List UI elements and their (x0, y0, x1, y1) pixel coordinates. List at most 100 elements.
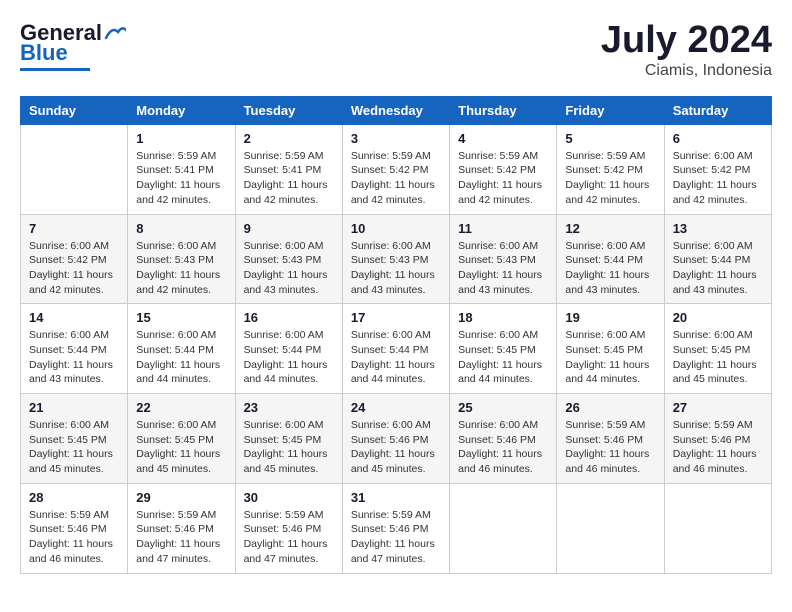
day-header-saturday: Saturday (664, 96, 771, 124)
day-info: Sunrise: 6:00 AM Sunset: 5:44 PM Dayligh… (136, 328, 226, 387)
day-number: 3 (351, 131, 441, 146)
calendar-cell: 24Sunrise: 6:00 AM Sunset: 5:46 PM Dayli… (342, 394, 449, 484)
calendar-cell: 21 Sunrise: 6:00 AM Sunset: 5:45 PM Dayli… (21, 394, 128, 484)
week-row-2: 7Sunrise: 6:00 AM Sunset: 5:42 PM Daylig… (21, 214, 772, 304)
day-number: 30 (244, 490, 334, 505)
calendar-cell: 9 Sunrise: 6:00 AM Sunset: 5:43 PM Daylig… (235, 214, 342, 304)
day-number: 8 (136, 221, 226, 236)
calendar-cell: 7Sunrise: 6:00 AM Sunset: 5:42 PM Daylig… (21, 214, 128, 304)
day-info: Sunrise: 5:59 AM Sunset: 5:46 PM Dayligh… (136, 508, 226, 567)
calendar-cell: 29 Sunrise: 5:59 AM Sunset: 5:46 PM Dayli… (128, 483, 235, 573)
day-number: 11 (458, 221, 548, 236)
day-info: Sunrise: 6:00 AM Sunset: 5:44 PM Dayligh… (673, 239, 763, 298)
calendar-cell: 12Sunrise: 6:00 AM Sunset: 5:44 PM Dayli… (557, 214, 664, 304)
calendar-cell: 2 Sunrise: 5:59 AM Sunset: 5:41 PM Daylig… (235, 124, 342, 214)
day-number: 28 (29, 490, 119, 505)
calendar-cell: 26 Sunrise: 5:59 AM Sunset: 5:46 PM Dayli… (557, 394, 664, 484)
day-info: Sunrise: 6:00 AM Sunset: 5:45 PM Dayligh… (136, 418, 226, 477)
week-row-5: 28 Sunrise: 5:59 AM Sunset: 5:46 PM Dayli… (21, 483, 772, 573)
day-header-monday: Monday (128, 96, 235, 124)
day-number: 18 (458, 310, 548, 325)
day-number: 31 (351, 490, 441, 505)
day-info: Sunrise: 6:00 AM Sunset: 5:45 PM Dayligh… (565, 328, 655, 387)
calendar-cell: 15 Sunrise: 6:00 AM Sunset: 5:44 PM Dayli… (128, 304, 235, 394)
day-info: Sunrise: 5:59 AM Sunset: 5:41 PM Dayligh… (244, 149, 334, 208)
day-header-tuesday: Tuesday (235, 96, 342, 124)
day-number: 22 (136, 400, 226, 415)
day-number: 16 (244, 310, 334, 325)
calendar-cell: 14 Sunrise: 6:00 AM Sunset: 5:44 PM Dayli… (21, 304, 128, 394)
calendar-cell: 13 Sunrise: 6:00 AM Sunset: 5:44 PM Dayli… (664, 214, 771, 304)
calendar-cell: 1Sunrise: 5:59 AM Sunset: 5:41 PM Daylig… (128, 124, 235, 214)
calendar-cell: 11 Sunrise: 6:00 AM Sunset: 5:43 PM Dayli… (450, 214, 557, 304)
calendar-cell (557, 483, 664, 573)
calendar-cell: 5Sunrise: 5:59 AM Sunset: 5:42 PM Daylig… (557, 124, 664, 214)
calendar-cell (450, 483, 557, 573)
logo-bird-icon (104, 24, 126, 42)
day-number: 6 (673, 131, 763, 146)
day-info: Sunrise: 5:59 AM Sunset: 5:46 PM Dayligh… (673, 418, 763, 477)
day-info: Sunrise: 5:59 AM Sunset: 5:46 PM Dayligh… (565, 418, 655, 477)
day-number: 15 (136, 310, 226, 325)
calendar-table: SundayMondayTuesdayWednesdayThursdayFrid… (20, 96, 772, 574)
calendar-cell: 23Sunrise: 6:00 AM Sunset: 5:45 PM Dayli… (235, 394, 342, 484)
day-number: 12 (565, 221, 655, 236)
page-header: General Blue July 2024 Ciamis, Indonesia (20, 20, 772, 80)
calendar-cell: 10 Sunrise: 6:00 AM Sunset: 5:43 PM Dayli… (342, 214, 449, 304)
day-info: Sunrise: 6:00 AM Sunset: 5:42 PM Dayligh… (673, 149, 763, 208)
calendar-cell: 3Sunrise: 5:59 AM Sunset: 5:42 PM Daylig… (342, 124, 449, 214)
day-info: Sunrise: 6:00 AM Sunset: 5:43 PM Dayligh… (458, 239, 548, 298)
day-number: 27 (673, 400, 763, 415)
day-number: 14 (29, 310, 119, 325)
calendar-cell: 18 Sunrise: 6:00 AM Sunset: 5:45 PM Dayli… (450, 304, 557, 394)
calendar-cell (21, 124, 128, 214)
day-info: Sunrise: 6:00 AM Sunset: 5:45 PM Dayligh… (29, 418, 119, 477)
calendar-cell: 16 Sunrise: 6:00 AM Sunset: 5:44 PM Dayli… (235, 304, 342, 394)
day-info: Sunrise: 6:00 AM Sunset: 5:43 PM Dayligh… (351, 239, 441, 298)
day-number: 2 (244, 131, 334, 146)
calendar-cell: 27 Sunrise: 5:59 AM Sunset: 5:46 PM Dayli… (664, 394, 771, 484)
day-number: 9 (244, 221, 334, 236)
day-header-thursday: Thursday (450, 96, 557, 124)
day-info: Sunrise: 6:00 AM Sunset: 5:45 PM Dayligh… (673, 328, 763, 387)
day-number: 19 (565, 310, 655, 325)
day-header-sunday: Sunday (21, 96, 128, 124)
calendar-cell: 30 Sunrise: 5:59 AM Sunset: 5:46 PM Dayli… (235, 483, 342, 573)
calendar-cell: 6 Sunrise: 6:00 AM Sunset: 5:42 PM Daylig… (664, 124, 771, 214)
day-number: 21 (29, 400, 119, 415)
day-info: Sunrise: 5:59 AM Sunset: 5:46 PM Dayligh… (244, 508, 334, 567)
logo-underline (20, 68, 90, 71)
day-info: Sunrise: 6:00 AM Sunset: 5:44 PM Dayligh… (29, 328, 119, 387)
day-info: Sunrise: 6:00 AM Sunset: 5:43 PM Dayligh… (136, 239, 226, 298)
day-number: 23 (244, 400, 334, 415)
day-info: Sunrise: 5:59 AM Sunset: 5:46 PM Dayligh… (351, 508, 441, 567)
subtitle: Ciamis, Indonesia (601, 62, 772, 80)
calendar-cell: 20 Sunrise: 6:00 AM Sunset: 5:45 PM Dayli… (664, 304, 771, 394)
day-info: Sunrise: 6:00 AM Sunset: 5:44 PM Dayligh… (351, 328, 441, 387)
days-header-row: SundayMondayTuesdayWednesdayThursdayFrid… (21, 96, 772, 124)
calendar-cell (664, 483, 771, 573)
day-number: 25 (458, 400, 548, 415)
day-info: Sunrise: 6:00 AM Sunset: 5:46 PM Dayligh… (351, 418, 441, 477)
day-info: Sunrise: 6:00 AM Sunset: 5:45 PM Dayligh… (458, 328, 548, 387)
day-info: Sunrise: 5:59 AM Sunset: 5:41 PM Dayligh… (136, 149, 226, 208)
day-number: 7 (29, 221, 119, 236)
calendar-cell: 31 Sunrise: 5:59 AM Sunset: 5:46 PM Dayli… (342, 483, 449, 573)
day-info: Sunrise: 5:59 AM Sunset: 5:42 PM Dayligh… (458, 149, 548, 208)
logo: General Blue (20, 20, 126, 71)
calendar-cell: 8 Sunrise: 6:00 AM Sunset: 5:43 PM Daylig… (128, 214, 235, 304)
day-number: 13 (673, 221, 763, 236)
day-number: 26 (565, 400, 655, 415)
week-row-3: 14 Sunrise: 6:00 AM Sunset: 5:44 PM Dayli… (21, 304, 772, 394)
day-info: Sunrise: 6:00 AM Sunset: 5:44 PM Dayligh… (244, 328, 334, 387)
calendar-cell: 19 Sunrise: 6:00 AM Sunset: 5:45 PM Dayli… (557, 304, 664, 394)
day-number: 20 (673, 310, 763, 325)
day-number: 10 (351, 221, 441, 236)
main-title: July 2024 (601, 20, 772, 62)
day-info: Sunrise: 5:59 AM Sunset: 5:42 PM Dayligh… (565, 149, 655, 208)
day-info: Sunrise: 6:00 AM Sunset: 5:46 PM Dayligh… (458, 418, 548, 477)
calendar-cell: 22 Sunrise: 6:00 AM Sunset: 5:45 PM Dayli… (128, 394, 235, 484)
day-number: 29 (136, 490, 226, 505)
day-info: Sunrise: 6:00 AM Sunset: 5:43 PM Dayligh… (244, 239, 334, 298)
day-number: 17 (351, 310, 441, 325)
